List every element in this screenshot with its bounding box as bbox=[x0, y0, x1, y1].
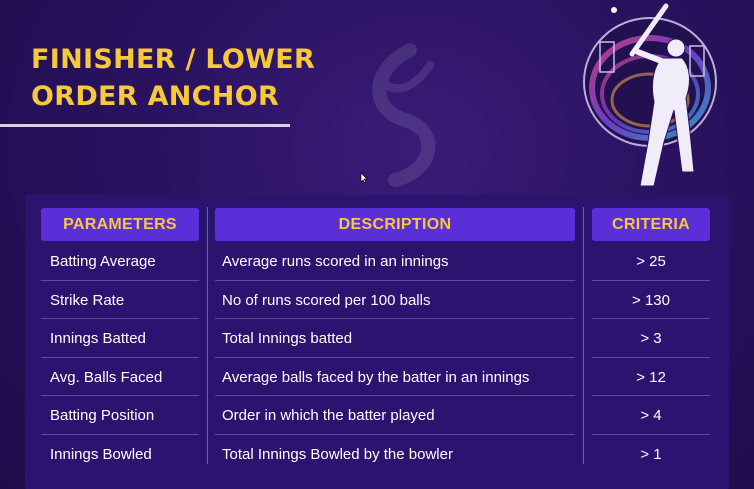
header-criteria: CRITERIA bbox=[592, 208, 710, 241]
header-description: DESCRIPTION bbox=[215, 208, 575, 241]
row-parameter: Batting Position bbox=[50, 406, 155, 424]
row-criteria: > 130 bbox=[632, 291, 670, 309]
row-criteria: > 3 bbox=[640, 329, 662, 347]
title-underline bbox=[0, 124, 290, 127]
page-title-line-1: FINISHER / LOWER bbox=[31, 44, 316, 75]
cricket-batter-emblem-icon bbox=[583, 3, 717, 187]
row-parameter: Batting Average bbox=[50, 252, 156, 270]
mouse-cursor-icon bbox=[360, 172, 368, 184]
row-description: Average runs scored in an innings bbox=[222, 252, 449, 270]
row-criteria: > 25 bbox=[636, 252, 666, 270]
row-description: Order in which the batter played bbox=[222, 406, 435, 424]
header-parameters: PARAMETERS bbox=[41, 208, 199, 241]
row-criteria: > 4 bbox=[640, 406, 662, 424]
row-criteria: > 1 bbox=[640, 445, 662, 463]
row-parameter: Innings Batted bbox=[50, 329, 146, 347]
column-divider bbox=[583, 207, 584, 464]
row-criteria: > 12 bbox=[636, 368, 666, 386]
row-description: Average balls faced by the batter in an … bbox=[222, 368, 530, 386]
background-logo-icon bbox=[372, 43, 436, 187]
row-description: Total Innings Bowled by the bowler bbox=[222, 445, 453, 463]
page-title-line-2: ORDER ANCHOR bbox=[31, 81, 280, 112]
row-parameter: Strike Rate bbox=[50, 291, 125, 309]
row-parameter: Avg. Balls Faced bbox=[50, 368, 163, 386]
row-parameter: Innings Bowled bbox=[50, 445, 152, 463]
row-description: Total Innings batted bbox=[222, 329, 353, 347]
row-description: No of runs scored per 100 balls bbox=[222, 291, 431, 309]
page-title: FINISHER / LOWER ORDER ANCHOR bbox=[31, 41, 315, 115]
